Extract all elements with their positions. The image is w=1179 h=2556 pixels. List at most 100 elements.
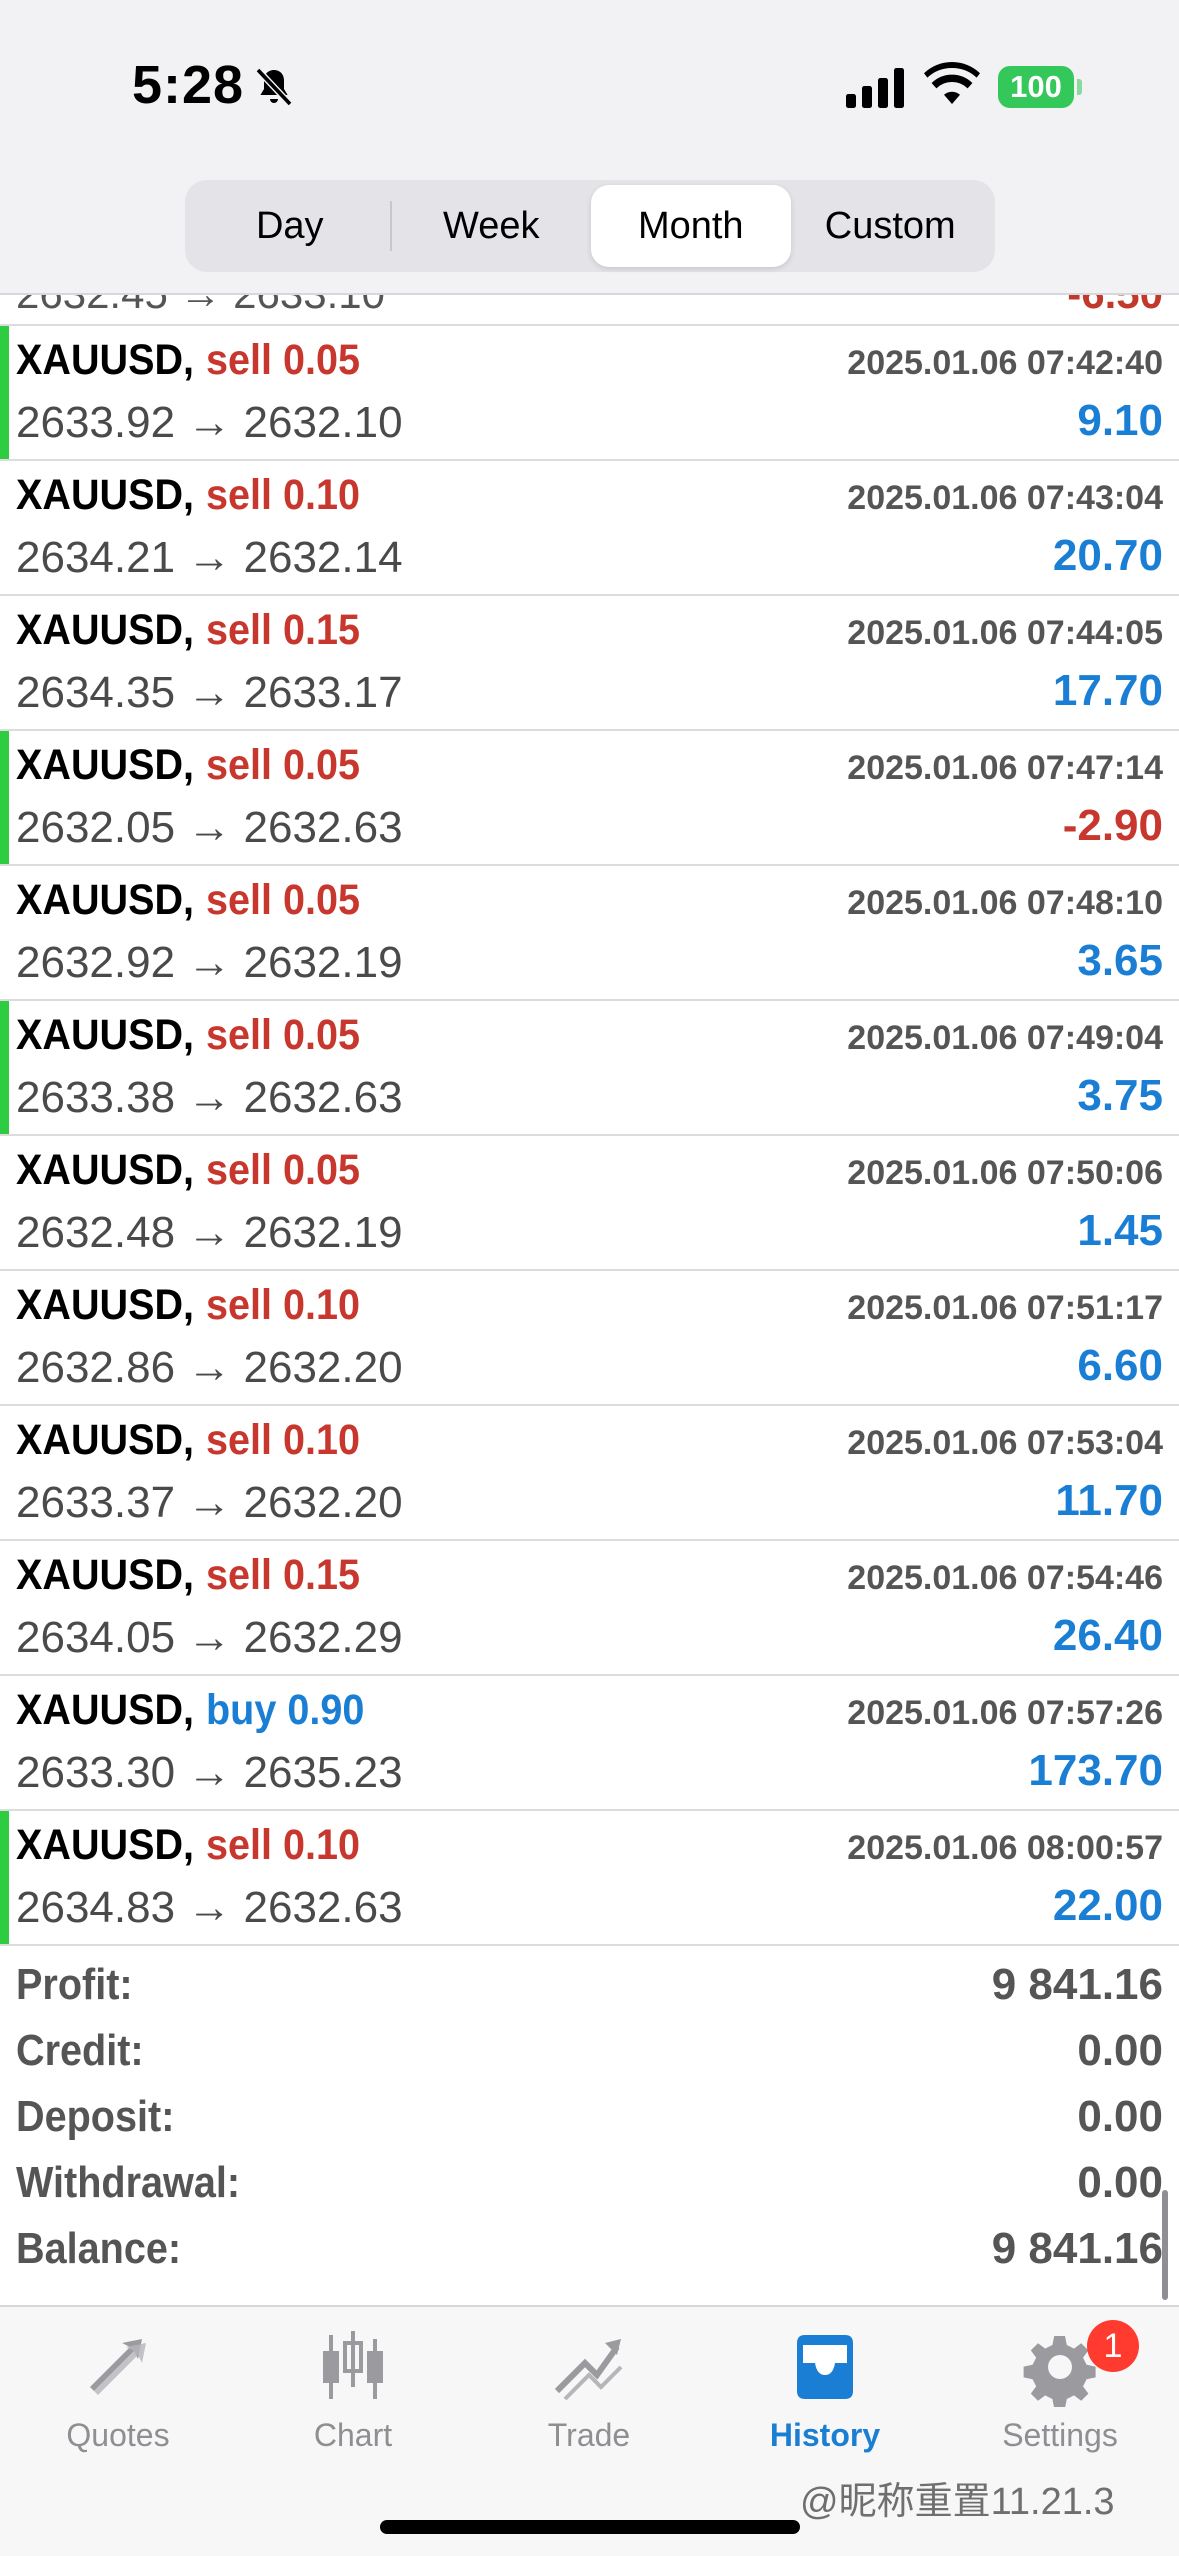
trade-time: 2025.01.06 07:54:46 [847, 1559, 1163, 1597]
trade-row[interactable]: XAUUSD, sell 0.10 2025.01.06 07:53:04 2633.… [0, 1406, 1179, 1541]
trade-symbol: XAUUSD, [16, 1821, 195, 1869]
summary-value: 0.00 [1077, 2092, 1163, 2141]
trade-prices: 2634.35 → 2633.17 [16, 668, 403, 717]
trade-time: 2025.01.06 07:51:17 [847, 1289, 1163, 1327]
trade-row[interactable]: XAUUSD, sell 0.05 2025.01.06 07:50:06 2632.… [0, 1136, 1179, 1271]
summary-value: 0.00 [1077, 2158, 1163, 2207]
trade-side-volume: sell 0.05 [206, 336, 361, 384]
summary-deposit-row: Deposit: 0.00 [0, 2092, 1179, 2158]
trade-row-marker [0, 326, 9, 459]
trade-row[interactable]: XAUUSD, sell 0.05 2025.01.06 07:48:10 2632.… [0, 866, 1179, 1001]
tab-quotes[interactable]: Quotes [18, 2327, 218, 2477]
trade-prices: 2633.38 → 2632.63 [16, 1073, 403, 1122]
tab-history[interactable]: History [725, 2327, 925, 2477]
period-tab-custom[interactable]: Custom [791, 185, 991, 267]
trade-prices: 2634.83 → 2632.63 [16, 1883, 403, 1932]
tab-label: Trade [547, 2417, 631, 2453]
trade-symbol: XAUUSD, [16, 1011, 195, 1059]
trade-profit: 173.70 [1028, 1746, 1163, 1795]
trade-prices: 2633.92 → 2632.10 [16, 398, 403, 447]
chart-icon [323, 2331, 383, 2399]
trade-time: 2025.01.06 08:00:57 [847, 1829, 1163, 1867]
summary-withdrawal-row: Withdrawal: 0.00 [0, 2158, 1179, 2224]
trade-symbol: XAUUSD, [16, 876, 195, 924]
status-time: 5:28 [132, 55, 245, 115]
tab-label: Quotes [66, 2417, 170, 2453]
period-tab-month[interactable]: Month [591, 185, 791, 267]
home-indicator[interactable] [380, 2520, 800, 2534]
trade-time: 2025.01.06 07:43:04 [847, 479, 1163, 517]
bell-muted-icon [255, 67, 293, 107]
summary-balance-row: Balance: 9 841.16 [0, 2224, 1179, 2290]
trade-symbol: XAUUSD, [16, 1551, 195, 1599]
tab-chart[interactable]: Chart [253, 2327, 453, 2477]
trade-row[interactable]: XAUUSD, buy 0.90 2025.01.06 07:57:26 2633.3… [0, 1676, 1179, 1811]
trade-symbol: XAUUSD, [16, 336, 195, 384]
trade-side-volume: sell 0.15 [206, 606, 361, 654]
trade-side-volume: sell 0.05 [206, 741, 361, 789]
summary-label: Credit: [16, 2026, 144, 2075]
trade-row[interactable]: XAUUSD, sell 0.15 2025.01.06 07:54:46 2634.… [0, 1541, 1179, 1676]
battery-indicator: 100 [998, 66, 1074, 108]
trade-symbol: XAUUSD, [16, 1686, 195, 1734]
trade-time: 2025.01.06 07:57:26 [847, 1694, 1163, 1732]
trade-symbol: XAUUSD, [16, 1416, 195, 1464]
scrollbar[interactable] [1162, 2190, 1168, 2300]
summary-value: 0.00 [1077, 2026, 1163, 2075]
trade-side-volume: sell 0.05 [206, 1146, 361, 1194]
trade-time: 2025.01.06 07:44:05 [847, 614, 1163, 652]
summary-label: Balance: [16, 2224, 182, 2273]
battery-tip [1077, 79, 1082, 95]
trade-symbol: XAUUSD, [16, 1281, 195, 1329]
trade-profit: 22.00 [1052, 1881, 1163, 1930]
trade-time: 2025.01.06 07:53:04 [847, 1424, 1163, 1462]
trade-prices: 2634.05 → 2632.29 [16, 1613, 403, 1662]
trade-side-volume: sell 0.05 [206, 1011, 361, 1059]
trade-row[interactable]: XAUUSD, sell 0.15 2025.01.06 07:44:05 2634.… [0, 596, 1179, 731]
trade-profit: 3.65 [1077, 936, 1163, 985]
header: 5:28 100 Day Week Month Custom [0, 0, 1179, 295]
summary-label: Deposit: [16, 2092, 175, 2141]
trade-time: 2025.01.06 07:47:14 [847, 749, 1163, 787]
trade-profit: 26.40 [1052, 1611, 1163, 1660]
trade-row[interactable]: XAUUSD, sell 0.10 2025.01.06 08:00:57 2634.… [0, 1811, 1179, 1946]
summary-label: Withdrawal: [16, 2158, 241, 2207]
summary-value: 9 841.16 [991, 2224, 1163, 2273]
trade-row[interactable]: XAUUSD, sell 0.05 2025.01.06 07:49:04 2633.… [0, 1001, 1179, 1136]
tab-label: History [769, 2417, 881, 2453]
trade-symbol: XAUUSD, [16, 471, 195, 519]
trade-profit: 9.10 [1077, 396, 1163, 445]
trade-time: 2025.01.06 07:49:04 [847, 1019, 1163, 1057]
trade-profit: 17.70 [1052, 666, 1163, 715]
trade-prices: 2632.86 → 2632.20 [16, 1343, 403, 1392]
trade-profit: 11.70 [1055, 1476, 1163, 1525]
period-tab-day[interactable]: Day [190, 185, 390, 267]
trade-row[interactable]: XAUUSD, sell 0.10 2025.01.06 07:43:04 2634.… [0, 461, 1179, 596]
trade-prices: 2633.30 → 2635.23 [16, 1748, 403, 1797]
trade-row[interactable]: XAUUSD, sell 0.05 2025.01.06 07:47:14 2632.… [0, 731, 1179, 866]
trade-prices: 2634.21 → 2632.14 [16, 533, 403, 582]
period-tab-week[interactable]: Week [392, 185, 592, 267]
summary-profit-row: Profit: 9 841.16 [0, 1960, 1179, 2026]
trade-row[interactable]: XAUUSD, sell 0.05 2025.01.06 07:42:40 2633.… [0, 326, 1179, 461]
wifi-icon [924, 62, 980, 104]
trade-side-volume: sell 0.15 [206, 1551, 361, 1599]
history-icon [797, 2335, 853, 2399]
summary-credit-row: Credit: 0.00 [0, 2026, 1179, 2092]
trade-time: 2025.01.06 07:42:40 [847, 344, 1163, 382]
tab-label: Settings [1002, 2417, 1118, 2453]
trade-row[interactable]: XAUUSD, sell 0.10 2025.01.06 07:51:17 2632.… [0, 1271, 1179, 1406]
trade-prices: 2632.92 → 2632.19 [16, 938, 403, 987]
quotes-icon [90, 2339, 146, 2395]
trade-prices: 2633.37 → 2632.20 [16, 1478, 403, 1527]
trade-profit: 3.75 [1077, 1071, 1163, 1120]
trade-icon [554, 2339, 623, 2401]
trade-time: 2025.01.06 07:50:06 [847, 1154, 1163, 1192]
trade-symbol: XAUUSD, [16, 741, 195, 789]
trade-side-volume: sell 0.10 [206, 471, 361, 519]
tab-trade[interactable]: Trade [489, 2327, 689, 2477]
trade-row-marker [0, 1811, 9, 1944]
trade-prices: 2632.48 → 2632.19 [16, 1208, 403, 1257]
watermark: @昵称重置11.21.3 [800, 2481, 1115, 2523]
period-segmented-control: Day Week Month Custom [185, 180, 995, 272]
